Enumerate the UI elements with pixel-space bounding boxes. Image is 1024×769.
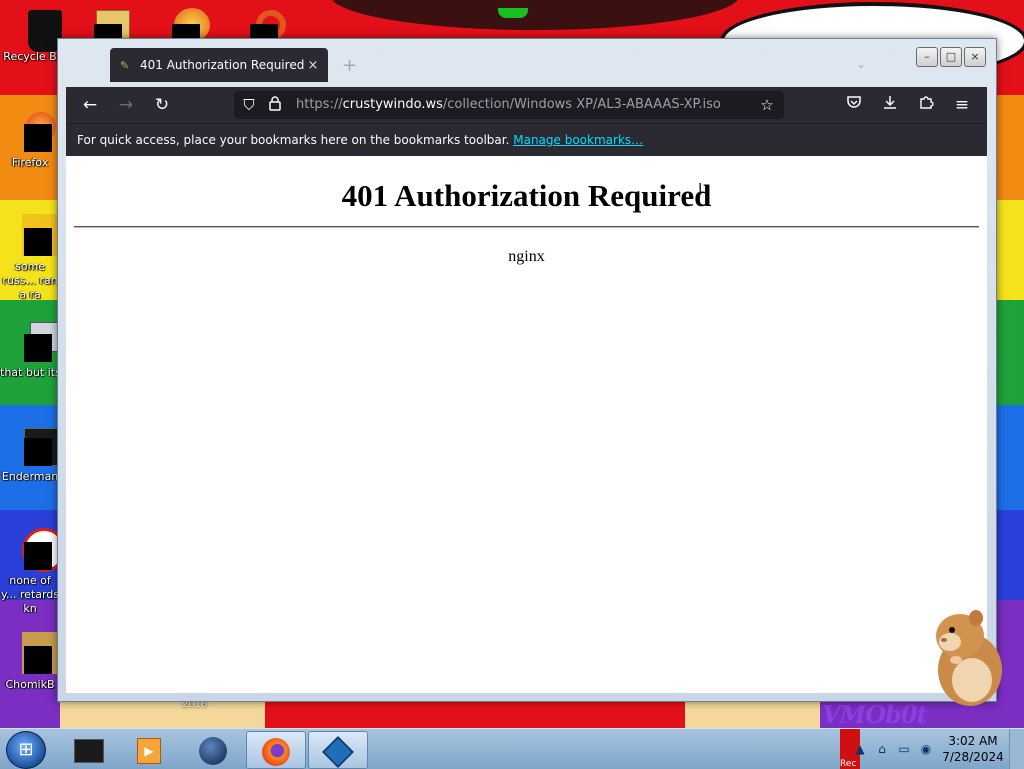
taskbar-item-firefox[interactable]	[246, 731, 306, 769]
desktop-icon-firefox[interactable]: Firefox	[0, 110, 60, 170]
url-bar[interactable]: ⛉ https://crustywindo.ws/collection/Wind…	[234, 91, 784, 119]
url-path: /collection/Windows XP/AL3-ABAAAS-XP.iso	[442, 97, 721, 112]
desktop-icon-label: ChomikB	[5, 678, 55, 691]
desktop-icon-partial[interactable]	[92, 4, 132, 42]
system-tray: ▲ ⌂ ▭ ◉	[852, 741, 934, 757]
bookmarks-message: For quick access, place your bookmarks h…	[77, 133, 643, 147]
start-button[interactable]: ⊞	[6, 731, 46, 769]
minimize-button[interactable]: –	[916, 47, 938, 67]
desktop-icon-label: Recycle B	[3, 50, 57, 63]
page-title: 401 Authorization Required	[341, 178, 712, 213]
network-icon[interactable]: ⌂	[874, 741, 890, 757]
text-cursor-icon: I	[698, 180, 703, 198]
show-desktop-button[interactable]	[1009, 729, 1024, 769]
desktop-icon-label: none of y... retards kn	[0, 574, 60, 615]
clock-date: 7/28/2024	[942, 750, 1004, 764]
hamster-mascot[interactable]	[920, 600, 1010, 710]
page-favicon-icon: ✎	[120, 58, 130, 72]
bookmarks-toolbar: For quick access, place your bookmarks h…	[66, 123, 987, 156]
window-controls: – □ ×	[916, 47, 986, 67]
close-window-button[interactable]: ×	[964, 47, 986, 67]
monitor-icon[interactable]: ▭	[896, 741, 912, 757]
windows-logo-icon: ⊞	[18, 739, 34, 760]
desktop-icon-recycle-bin[interactable]: Recycle B	[0, 4, 62, 64]
desktop-icon-none-of-y[interactable]: none of y... retards kn	[0, 528, 66, 616]
close-tab-icon[interactable]: ×	[304, 58, 322, 73]
volume-icon[interactable]: ◉	[918, 741, 934, 757]
browser-window[interactable]: – □ × ✎ 401 Authorization Required × + ⌄…	[57, 38, 997, 702]
tab-401-authorization[interactable]: ✎ 401 Authorization Required ×	[110, 48, 328, 82]
bookmarks-hint: For quick access, place your bookmarks h…	[77, 133, 510, 147]
wallpaper-shape	[498, 8, 528, 18]
desktop-icon-chomikb[interactable]: ChomikB	[0, 632, 64, 692]
url-text[interactable]: https://crustywindo.ws/collection/Window…	[296, 97, 721, 112]
url-host: crustywindo.ws	[342, 97, 443, 112]
back-button[interactable]: ←	[78, 93, 102, 117]
divider	[74, 226, 979, 228]
list-all-tabs-icon[interactable]: ⌄	[856, 57, 866, 71]
maximize-button[interactable]: □	[940, 47, 962, 67]
show-hidden-icons-icon[interactable]: ▲	[852, 741, 868, 757]
terminal-icon	[74, 738, 104, 763]
desktop-icon-label: some russ... ran a ra	[2, 260, 58, 301]
new-tab-icon[interactable]: +	[342, 55, 357, 76]
virtualbox-icon	[322, 735, 354, 768]
clock-time: 3:02 AM	[948, 734, 998, 748]
bookmark-star-icon[interactable]: ☆	[758, 95, 776, 115]
manage-bookmarks-link[interactable]: Manage bookmarks…	[513, 133, 643, 147]
menu-icon[interactable]: ≡	[950, 93, 974, 117]
wallpaper-text: VMOb0t	[822, 700, 928, 728]
server-name: nginx	[508, 248, 545, 265]
reload-button[interactable]: ↻	[150, 93, 174, 117]
firefox-icon	[262, 737, 290, 766]
desktop-icon-that-but-its[interactable]: that but its	[0, 320, 62, 380]
pocket-icon[interactable]	[842, 93, 866, 117]
forward-button[interactable]: →	[114, 93, 138, 117]
tab-title: 401 Authorization Required	[140, 58, 304, 72]
downloads-icon[interactable]	[878, 93, 902, 117]
wallpaper-shape	[330, 0, 740, 30]
lock-icon[interactable]	[266, 95, 284, 115]
url-prefix: https://	[296, 97, 343, 112]
globe-icon	[199, 736, 227, 765]
media-player-icon: ▶	[137, 737, 161, 764]
taskbar-item-media-player[interactable]: ▶	[120, 731, 178, 767]
desktop-icon-label: Enderman	[1, 470, 59, 483]
desktop-icon-partial[interactable]	[172, 4, 212, 42]
desktop-icon-label: that but its	[0, 366, 60, 379]
navigation-toolbar: ← → ↻ ⛉ https://crustywindo.ws/collectio…	[66, 87, 987, 123]
desktop-icon-partial[interactable]	[250, 4, 290, 42]
desktop-icon-some-russ[interactable]: some russ... ran a ra	[0, 214, 64, 302]
page-content: 401 Authorization Required nginx I	[66, 156, 987, 693]
desktop-icon-enderman[interactable]: Enderman	[0, 424, 66, 484]
extensions-icon[interactable]	[914, 93, 938, 117]
taskbar-item-virtualbox[interactable]	[308, 731, 368, 769]
taskbar-item-terminal[interactable]	[60, 731, 118, 767]
taskbar: ⊞ ▶ Rec ▲ ⌂ ▭ ◉ 3:02 AM 7/28/2024	[0, 728, 1024, 769]
shield-icon[interactable]: ⛉	[240, 95, 258, 115]
taskbar-clock[interactable]: 3:02 AM 7/28/2024	[940, 733, 1006, 765]
taskbar-item-globe[interactable]	[184, 731, 242, 767]
desktop-icon-label: Firefox	[11, 156, 49, 169]
